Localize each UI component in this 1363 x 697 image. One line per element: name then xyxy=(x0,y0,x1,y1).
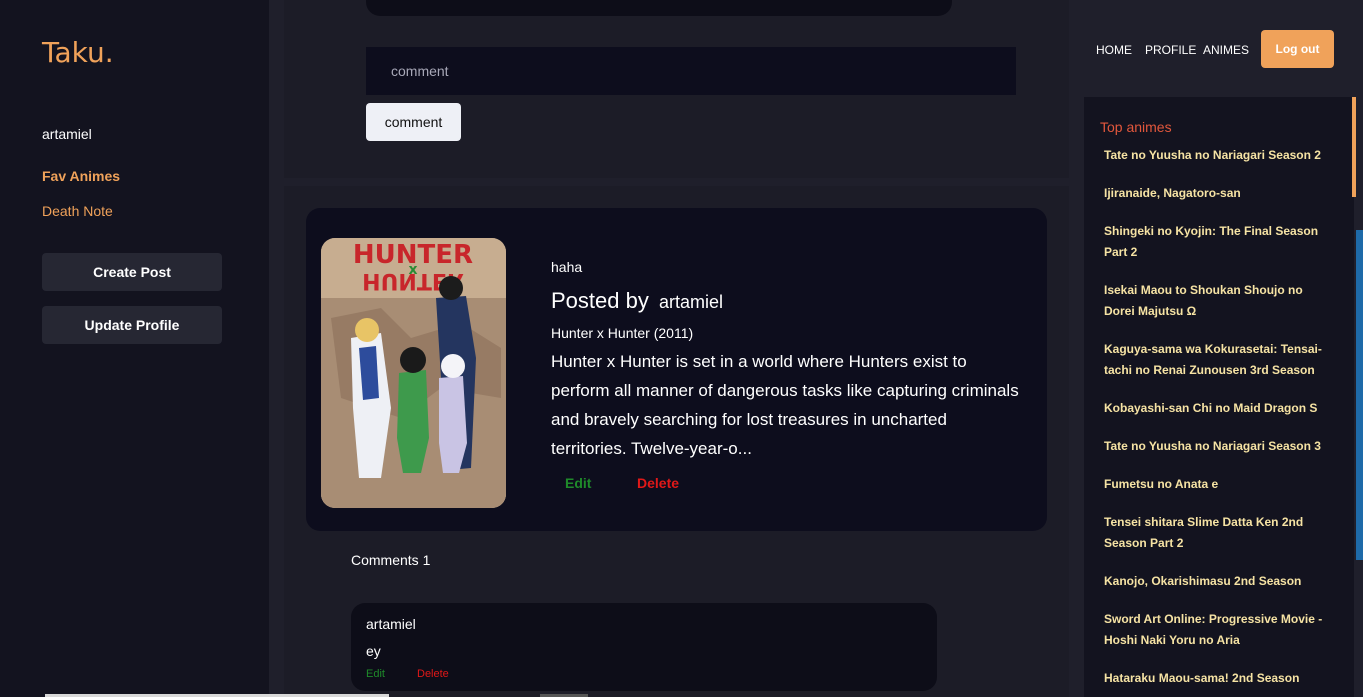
top-animes-list: Tate no Yuusha no Nariagari Season 2 Iji… xyxy=(1104,145,1336,697)
posted-by-label: Posted by xyxy=(551,288,649,313)
nav-profile[interactable]: PROFILE xyxy=(1145,43,1196,57)
comment-input[interactable] xyxy=(366,47,1016,95)
top-anime-item[interactable]: Hataraku Maou-sama! 2nd Season xyxy=(1104,668,1336,689)
comment-edit-button[interactable]: Edit xyxy=(366,668,385,680)
fav-anime-item[interactable]: Death Note xyxy=(42,203,113,219)
comment-delete-button[interactable]: Delete xyxy=(417,668,449,680)
page-scrollbar-thumb[interactable] xyxy=(1356,230,1363,560)
post-author[interactable]: artamiel xyxy=(659,292,723,312)
svg-text:x: x xyxy=(408,262,417,278)
posted-by: Posted by artamiel xyxy=(551,288,723,314)
top-nav: HOME PROFILE ANIMES Log out xyxy=(1069,0,1363,97)
top-anime-item[interactable]: Isekai Maou to Shoukan Shoujo no Dorei M… xyxy=(1104,280,1336,322)
comment-button[interactable]: comment xyxy=(366,103,461,141)
logout-button[interactable]: Log out xyxy=(1261,30,1334,68)
top-anime-item[interactable]: Kobayashi-san Chi no Maid Dragon S xyxy=(1104,398,1336,419)
top-anime-item[interactable]: Shingeki no Kyojin: The Final Season Par… xyxy=(1104,221,1336,263)
top-anime-item[interactable]: Kanojo, Okarishimasu 2nd Season xyxy=(1104,571,1336,592)
post-container: HUNTER HUNTER x haha Posted by artamiel … xyxy=(284,186,1069,697)
comments-count: Comments 1 xyxy=(351,552,431,568)
top-anime-item[interactable]: Fumetsu no Anata e xyxy=(1104,474,1336,495)
update-profile-button[interactable]: Update Profile xyxy=(42,306,222,344)
create-post-button[interactable]: Create Post xyxy=(42,253,222,291)
post-edit-button[interactable]: Edit xyxy=(565,475,591,491)
previous-post-card: comment xyxy=(284,0,1069,178)
anime-poster[interactable]: HUNTER HUNTER x xyxy=(321,238,506,508)
top-anime-item[interactable]: Tate no Yuusha no Nariagari Season 3 xyxy=(1104,436,1336,457)
main-feed: comment HUNTER HUNTER x xyxy=(269,0,1069,697)
top-animes-title: Top animes xyxy=(1100,119,1172,135)
nav-home[interactable]: HOME xyxy=(1096,43,1132,57)
top-animes-panel: Top animes Tate no Yuusha no Nariagari S… xyxy=(1084,97,1354,697)
comment-user[interactable]: artamiel xyxy=(366,616,416,632)
right-sidebar: HOME PROFILE ANIMES Log out Top animes T… xyxy=(1069,0,1363,697)
anime-description: Hunter x Hunter is set in a world where … xyxy=(551,352,1019,458)
anime-title[interactable]: Hunter x Hunter (2011) xyxy=(551,325,693,341)
top-anime-item[interactable]: Tensei shitara Slime Datta Ken 2nd Seaso… xyxy=(1104,512,1336,554)
previous-comment-card xyxy=(366,0,952,16)
nav-animes[interactable]: ANIMES xyxy=(1203,43,1249,57)
top-anime-item[interactable]: Kaguya-sama wa Kokurasetai: Tensai-tachi… xyxy=(1104,339,1336,381)
left-sidebar: Taku. artamiel Fav Animes Death Note Cre… xyxy=(0,0,269,697)
poster-image: HUNTER HUNTER x xyxy=(321,238,506,508)
comment-card: artamiel ey Edit Delete xyxy=(351,603,937,691)
post-delete-button[interactable]: Delete xyxy=(637,475,679,491)
panel-scroll-indicator[interactable] xyxy=(1352,97,1356,197)
fav-animes-heading: Fav Animes xyxy=(42,168,121,184)
logo[interactable]: Taku. xyxy=(42,36,114,69)
top-anime-item[interactable]: Tate no Yuusha no Nariagari Season 2 xyxy=(1104,145,1336,166)
top-anime-item[interactable]: Sword Art Online: Progressive Movie - Ho… xyxy=(1104,609,1336,651)
post-card: HUNTER HUNTER x haha Posted by artamiel … xyxy=(306,208,1047,531)
sidebar-username: artamiel xyxy=(42,126,92,142)
comment-text: ey xyxy=(366,643,381,659)
top-anime-item[interactable]: Ijiranaide, Nagatoro-san xyxy=(1104,183,1336,204)
post-caption: haha xyxy=(551,259,583,275)
